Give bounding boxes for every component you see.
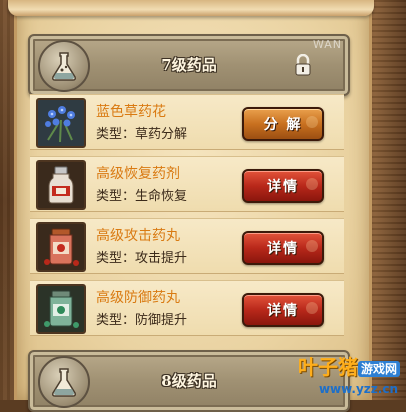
blue-herb-flower-icon	[36, 98, 86, 148]
item-name: 蓝色草药花	[96, 104, 166, 120]
item-type: 类型：防御提升	[96, 313, 188, 328]
scroll-top-roll	[8, 0, 374, 16]
detail-button[interactable]: 详情	[242, 293, 324, 327]
detail-button-label: 详情	[267, 179, 299, 195]
item-type: 类型：生命恢复	[96, 189, 188, 204]
detail-button[interactable]: 详情	[242, 169, 324, 203]
category-header-level7[interactable]: 7级药品 WAN	[28, 34, 350, 96]
detail-button-label: 详情	[267, 303, 299, 319]
category-badge: WAN	[312, 38, 342, 51]
list-item[interactable]: 蓝色草药花 类型：草药分解 分 解	[30, 94, 344, 150]
detail-button[interactable]: 详情	[242, 231, 324, 265]
watermark-brand: 叶子猪	[297, 355, 358, 379]
detail-button-label: 详情	[267, 241, 299, 257]
watermark-logo: 叶子猪 游戏网	[298, 351, 400, 380]
item-type: 类型：攻击提升	[96, 251, 188, 266]
list-item[interactable]: 高级攻击药丸 类型：攻击提升 详情	[30, 218, 344, 274]
item-type: 类型：草药分解	[96, 127, 188, 142]
button-knob-icon	[306, 302, 318, 314]
watermark-brand-tag: 游戏网	[357, 361, 400, 377]
item-name: 高级恢复药剂	[96, 166, 180, 182]
recovery-potion-bottle-icon	[36, 160, 86, 210]
button-knob-icon	[306, 178, 318, 190]
watermark-url: www.yzz.cn	[318, 382, 398, 396]
attack-pill-jar-icon	[36, 222, 86, 272]
list-item[interactable]: 高级防御药丸 类型：防御提升 详情	[30, 280, 344, 336]
split-button[interactable]: 分 解	[242, 107, 324, 141]
item-name: 高级防御药丸	[96, 290, 180, 306]
item-name: 高级攻击药丸	[96, 228, 180, 244]
button-knob-icon	[306, 240, 318, 252]
list-item[interactable]: 高级恢复药剂 类型：生命恢复 详情	[30, 156, 344, 212]
split-button-label: 分 解	[263, 117, 303, 133]
lock-icon	[294, 53, 312, 76]
button-knob-icon	[306, 116, 318, 128]
defense-pill-jar-icon	[36, 284, 86, 334]
